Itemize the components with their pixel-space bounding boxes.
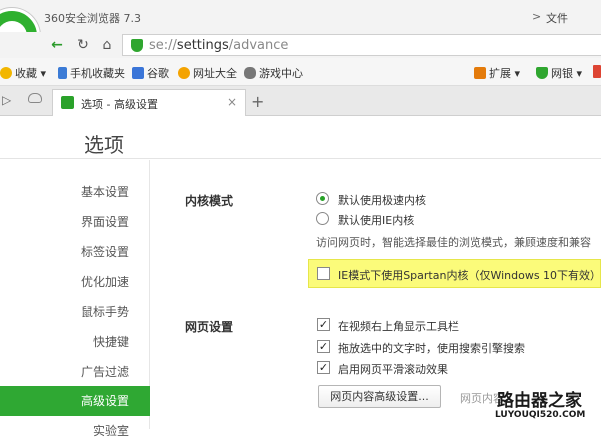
sidebar-item-advanced[interactable]: 高级设置 (0, 386, 150, 416)
kernel-mode-heading: 内核模式 (185, 194, 234, 208)
sidebar-item-optimize[interactable]: 优化加速 (0, 267, 150, 297)
video-toolbar-label: 在视频右上角显示工具栏 (338, 320, 459, 333)
tab-label: 选项 - 高级设置 (81, 98, 158, 111)
nav-bar: ← ↻ ⌂ se://settings/advance (0, 32, 601, 58)
menu-chevron-icon[interactable]: > (532, 10, 541, 23)
radio-ie-kernel[interactable] (316, 212, 329, 225)
globe-icon (178, 67, 190, 79)
radio-ie-kernel-label: 默认使用IE内核 (338, 214, 415, 227)
security-shield-icon (131, 39, 143, 52)
sidebar-item-shortcuts[interactable]: 快捷键 (0, 327, 150, 357)
sidebar-item-adblock[interactable]: 广告过滤 (0, 357, 150, 387)
home-icon[interactable]: ⌂ (98, 36, 116, 54)
star-icon (0, 67, 12, 79)
tab-list-icon[interactable]: ▷ (2, 93, 11, 107)
menu-file[interactable]: 文件 (546, 10, 568, 26)
refresh-icon[interactable]: ↻ (74, 36, 92, 54)
url-text: se://settings/advance (149, 38, 289, 53)
phone-icon (58, 67, 67, 79)
smooth-scroll-label: 启用网页平滑滚动效果 (338, 363, 448, 376)
sidebar-item-lab[interactable]: 实验室 (0, 416, 150, 446)
page-title: 选项 (84, 133, 124, 157)
watermark-url: LUYOUQI520.COM (495, 410, 586, 420)
radio-fast-kernel[interactable] (316, 192, 329, 205)
drag-search-checkbox[interactable]: ✓ (317, 340, 330, 353)
cloud-icon[interactable] (28, 93, 42, 103)
close-tab-icon[interactable]: × (227, 95, 237, 109)
spartan-checkbox[interactable] (317, 267, 330, 280)
settings-tab-icon (61, 96, 74, 109)
back-icon[interactable]: ← (48, 36, 66, 54)
webpage-settings-heading: 网页设置 (185, 320, 234, 334)
sidebar-item-mouse-gestures[interactable]: 鼠标手势 (0, 297, 150, 327)
sidebar-item-interface[interactable]: 界面设置 (0, 207, 150, 237)
title-bar: 360安全浏览器 7.3 > 文件 (0, 0, 601, 32)
favorites-bar: 收藏 ▾ 手机收藏夹 谷歌 网址大全 游戏中心 扩展 ▾ 网银 ▾ (0, 58, 601, 86)
more-icon[interactable] (593, 65, 601, 78)
grid-icon (474, 67, 486, 79)
google-icon (132, 67, 144, 79)
app-title: 360安全浏览器 7.3 (44, 12, 141, 25)
address-bar[interactable]: se://settings/advance (122, 34, 601, 56)
spartan-label: IE模式下使用Spartan内核（仅Windows 10下有效） (338, 269, 601, 282)
kernel-description: 访问网页时，智能选择最佳的浏览模式，兼顾速度和兼容 (316, 236, 591, 249)
fav-google[interactable]: 谷歌 (132, 65, 169, 81)
ext-netbank[interactable]: 网银 ▾ (536, 65, 582, 81)
settings-sidebar: 基本设置 界面设置 标签设置 优化加速 鼠标手势 快捷键 广告过滤 高级设置 实… (0, 160, 150, 438)
tab-bar: ▷ 选项 - 高级设置 × + (0, 86, 601, 116)
drag-search-label: 拖放选中的文字时，使用搜索引擎搜索 (338, 342, 525, 355)
smooth-scroll-checkbox[interactable]: ✓ (317, 361, 330, 374)
advanced-content-settings-button[interactable]: 网页内容高级设置... (318, 385, 441, 408)
fav-games[interactable]: 游戏中心 (244, 65, 303, 81)
fav-mobile[interactable]: 手机收藏夹 (58, 65, 125, 81)
page-header: 选项 (0, 117, 601, 159)
ext-extensions[interactable]: 扩展 ▾ (474, 65, 520, 81)
favorites-star[interactable]: 收藏 ▾ (0, 65, 46, 81)
gamepad-icon (244, 67, 256, 79)
tab-advanced-settings[interactable]: 选项 - 高级设置 × (52, 89, 246, 116)
sidebar-item-basic[interactable]: 基本设置 (0, 177, 150, 207)
radio-fast-kernel-label: 默认使用极速内核 (338, 194, 426, 207)
sidebar-item-tabs[interactable]: 标签设置 (0, 237, 150, 267)
fav-hao[interactable]: 网址大全 (178, 65, 237, 81)
new-tab-button[interactable]: + (251, 92, 264, 111)
bank-shield-icon (536, 67, 548, 79)
watermark-title: 路由器之家 (497, 391, 582, 411)
video-toolbar-checkbox[interactable]: ✓ (317, 318, 330, 331)
